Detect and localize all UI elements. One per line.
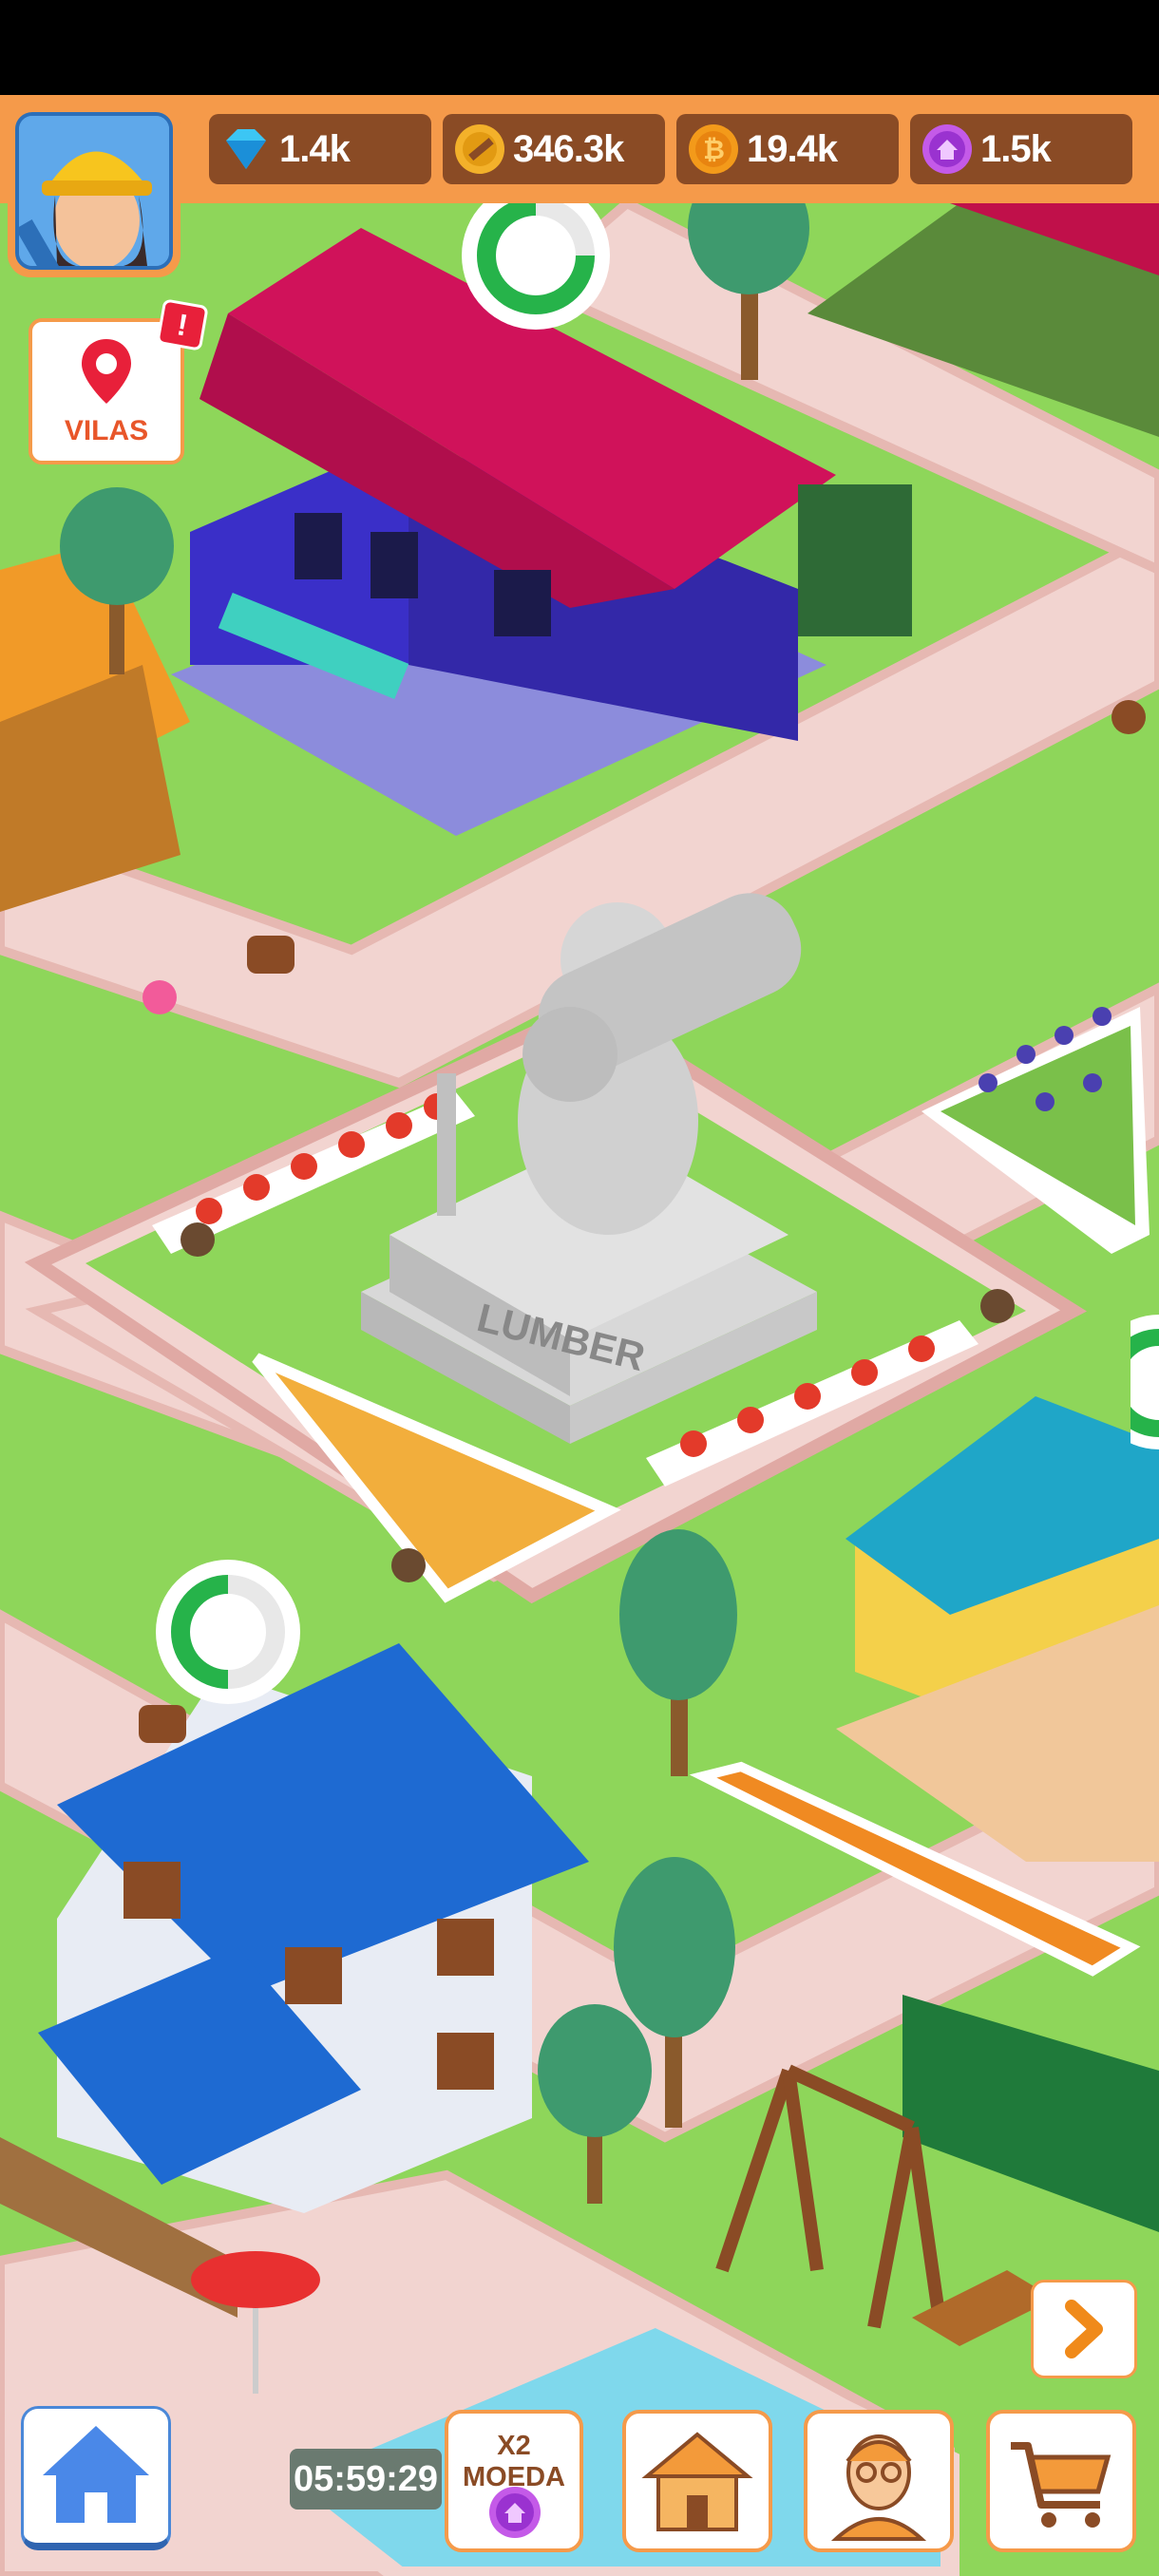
hammers-value: 346.3k [513,127,624,170]
boost-timer: 05:59:29 [290,2449,442,2510]
coins-value: 19.4k [747,127,838,170]
manager-portrait-icon [830,2434,927,2541]
next-area-button[interactable] [1031,2280,1137,2378]
log-cabin-icon [641,2432,753,2531]
production-progress-ring[interactable] [1130,1311,1159,1453]
buildings-button[interactable] [622,2410,772,2552]
vilas-alert-badge: ! [156,298,209,351]
tokens-value: 1.5k [980,127,1052,170]
home-icon [43,2426,149,2523]
purple-house-token-icon [922,124,972,174]
managers-button[interactable] [804,2410,954,2552]
coins-counter[interactable]: ₿ 19.4k [676,114,899,184]
bitcoin-coin-icon: ₿ [689,124,738,174]
player-avatar[interactable] [8,104,180,277]
shop-cart-button[interactable] [986,2410,1136,2552]
purple-house-token-icon [489,2487,541,2538]
gems-counter[interactable]: 1.4k [209,114,431,184]
hammers-counter[interactable]: 346.3k [443,114,665,184]
hammer-coin-icon [455,124,504,174]
tokens-counter[interactable]: 1.5k [910,114,1132,184]
status-bar [0,0,1159,95]
home-button[interactable] [21,2406,171,2550]
shopping-cart-icon [1011,2442,1112,2528]
production-progress-ring[interactable] [150,1554,306,1710]
vilas-label: VILAS [64,415,149,446]
x2-coin-boost-button[interactable]: X2 MOEDA [445,2410,583,2552]
chevron-right-icon [1065,2300,1103,2358]
avatar-portrait-icon [19,116,169,266]
diamond-icon [226,129,266,169]
svg-text:₿: ₿ [703,135,724,164]
gems-value: 1.4k [279,127,351,170]
game-map[interactable]: LUMBER [0,203,1159,2576]
map-pin-icon [82,339,131,404]
